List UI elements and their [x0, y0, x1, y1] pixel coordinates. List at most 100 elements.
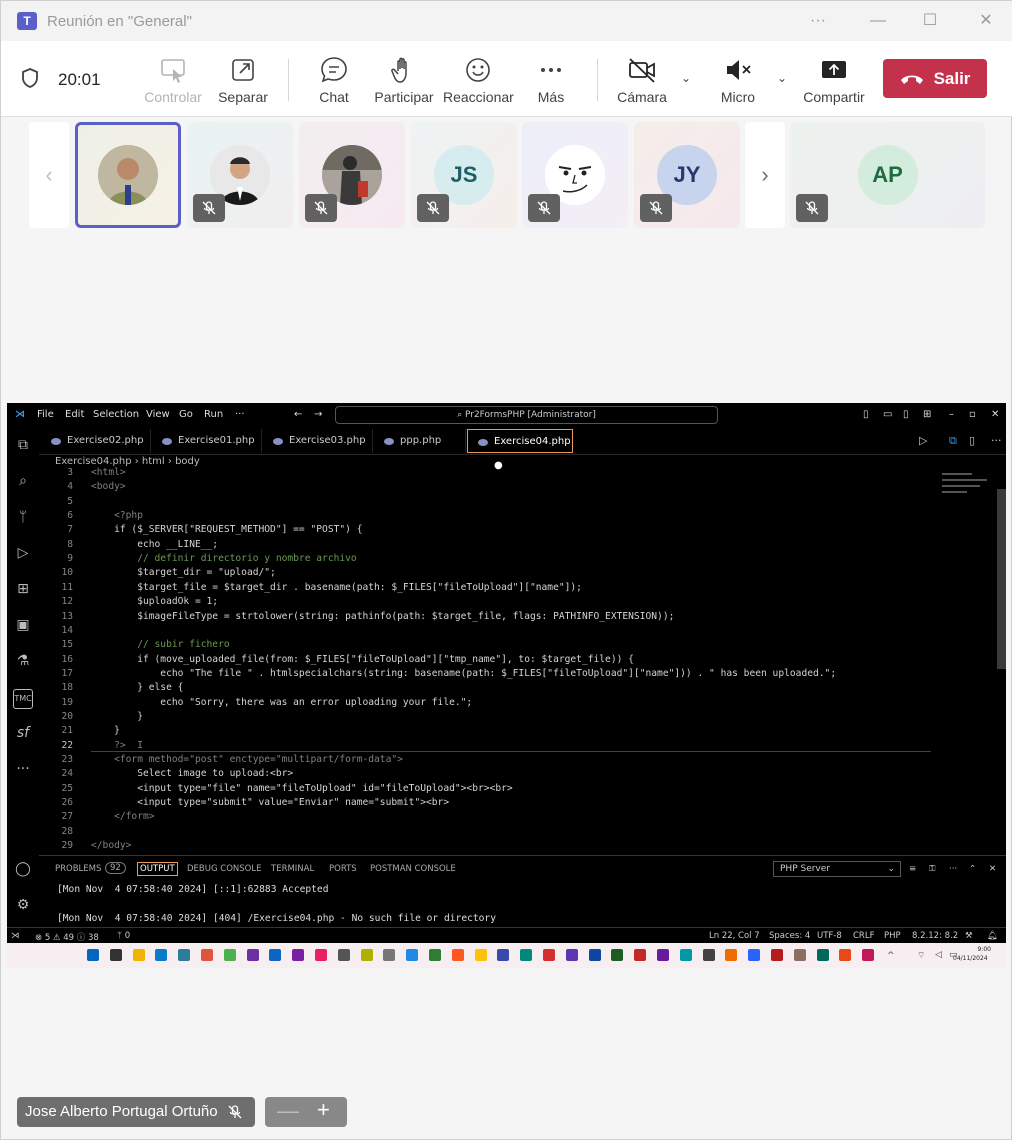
close-icon[interactable]: ✕: [975, 11, 997, 31]
participant-tile[interactable]: JS: [411, 122, 517, 228]
panel-more-icon[interactable]: ···: [949, 864, 957, 874]
run-debug-icon[interactable]: ▷: [13, 545, 33, 565]
panel-tab-problems[interactable]: PROBLEMS: [55, 864, 101, 874]
tab-exercise04[interactable]: Exercise04.php ●: [467, 429, 573, 471]
source-control-icon[interactable]: ᛘ: [13, 509, 33, 529]
participant-tile[interactable]: AP: [790, 122, 985, 228]
breadcrumb-file[interactable]: Exercise04.php: [55, 456, 132, 467]
account-icon[interactable]: ◯: [13, 861, 33, 881]
forward-arrow-icon[interactable]: →: [314, 409, 322, 420]
tray-chevron-icon[interactable]: ^: [887, 951, 895, 961]
close-panel-icon[interactable]: ✕: [989, 864, 996, 874]
terminal-taskbar-icon[interactable]: [679, 949, 692, 961]
pdf-taskbar-icon[interactable]: [862, 949, 875, 961]
run-icon[interactable]: ▷: [919, 434, 927, 447]
symfony-icon[interactable]: sf: [13, 725, 33, 745]
line-ending[interactable]: CRLF: [853, 931, 874, 941]
popout-button[interactable]: Separar: [215, 55, 271, 109]
vscode-close-icon[interactable]: ✕: [991, 409, 999, 420]
command-center-search[interactable]: ⌕ Pr2FormsPHP [Administrator]: [335, 406, 718, 424]
menu-run[interactable]: Run: [204, 409, 223, 420]
participant-tile[interactable]: [75, 122, 181, 228]
app-taskbar-icon[interactable]: [406, 949, 419, 961]
more-button[interactable]: Más: [533, 55, 569, 109]
menu-more[interactable]: ···: [235, 409, 245, 420]
chat-button[interactable]: Chat: [313, 55, 355, 109]
wrench-icon[interactable]: ⚒: [965, 931, 973, 941]
tab-exercise01[interactable]: Exercise01.php: [152, 429, 262, 453]
taskbar-time[interactable]: 9:00: [967, 946, 991, 953]
app-taskbar-icon[interactable]: [588, 949, 601, 961]
app-taskbar-icon[interactable]: [292, 949, 305, 961]
menu-selection[interactable]: Selection: [93, 409, 139, 420]
app-taskbar-icon[interactable]: [657, 949, 669, 961]
open-preview-icon[interactable]: ⧉: [949, 434, 957, 448]
word-taskbar-icon[interactable]: [520, 949, 533, 961]
tmc-icon[interactable]: TMC: [13, 689, 33, 709]
settings-gear-icon[interactable]: ⚙: [13, 897, 33, 917]
share-button[interactable]: Compartir: [801, 55, 867, 109]
vscode-minimize-icon[interactable]: –: [949, 409, 954, 420]
mic-options-chevron-icon[interactable]: ⌄: [777, 71, 787, 85]
app-taskbar-icon[interactable]: [725, 949, 738, 961]
remote-indicator-icon[interactable]: ⋊: [11, 931, 20, 941]
code-editor[interactable]: 3 <html> 4 <body> 5 6 <?php 7 if ($_SERVER["RE…: [39, 467, 999, 854]
more-views-icon[interactable]: ···: [13, 761, 33, 781]
app-taskbar-icon[interactable]: [246, 949, 259, 961]
back-arrow-icon[interactable]: ←: [294, 409, 302, 420]
filezilla-taskbar-icon[interactable]: [771, 949, 783, 961]
customize-layout-icon[interactable]: ⊞: [923, 409, 931, 420]
app-taskbar-icon[interactable]: [429, 949, 441, 961]
app-taskbar-icon[interactable]: [634, 949, 647, 961]
panel-tab-output[interactable]: OUTPUT: [137, 862, 178, 876]
sidebar-toggle-icon[interactable]: ▯: [903, 409, 909, 420]
mic-button[interactable]: Micro: [717, 55, 759, 109]
participant-tile[interactable]: JY: [634, 122, 740, 228]
menu-view[interactable]: View: [146, 409, 170, 420]
panel-tab-ports[interactable]: PORTS: [329, 864, 357, 874]
search-taskbar-icon[interactable]: [109, 949, 122, 961]
tab-exercise02[interactable]: Exercise02.php: [41, 429, 151, 453]
layout-icon[interactable]: ▯: [863, 409, 869, 420]
participants-next-button[interactable]: ›: [745, 122, 785, 228]
minimap[interactable]: [942, 469, 997, 509]
store-taskbar-icon[interactable]: [178, 949, 191, 961]
lock-icon[interactable]: ⚿: [929, 864, 935, 874]
app-taskbar-icon[interactable]: [383, 949, 396, 961]
ports-summary[interactable]: ᛘ 0: [117, 931, 130, 941]
app-taskbar-icon[interactable]: [223, 949, 236, 961]
participants-prev-button[interactable]: ‹: [29, 122, 69, 228]
zoom-out-button[interactable]: —: [277, 1098, 299, 1124]
vscode-restore-icon[interactable]: ▫: [969, 409, 976, 420]
more-options-icon[interactable]: ···: [807, 11, 829, 31]
notifications-icon[interactable]: 🔔︎: [987, 931, 998, 941]
edge-taskbar-icon[interactable]: [155, 949, 168, 961]
control-button[interactable]: Controlar: [141, 55, 205, 109]
app-taskbar-icon[interactable]: [793, 949, 806, 961]
app-taskbar-icon[interactable]: [360, 949, 373, 961]
problems-summary[interactable]: ⊗ 5 ⚠ 49 ⓘ 38: [35, 931, 99, 943]
breadcrumb-html[interactable]: html: [142, 456, 165, 467]
leave-button[interactable]: Salir: [883, 59, 987, 98]
breadcrumb-body[interactable]: body: [175, 456, 200, 467]
teams-taskbar-icon[interactable]: [611, 949, 624, 961]
participant-tile[interactable]: [299, 122, 405, 228]
panel-tab-postman-console[interactable]: POSTMAN CONSOLE: [370, 864, 456, 874]
app-taskbar-icon[interactable]: [497, 949, 510, 961]
explorer-icon[interactable]: ⧉: [13, 437, 33, 457]
php-version[interactable]: 8.2.12: 8.2: [912, 931, 958, 941]
panel-tab-terminal[interactable]: TERMINAL: [271, 864, 314, 874]
minimize-icon[interactable]: —: [867, 11, 889, 31]
filter-list-icon[interactable]: ≡: [909, 864, 916, 874]
volume-icon[interactable]: ◁: [935, 950, 942, 960]
language-mode[interactable]: PHP: [884, 931, 901, 941]
extensions-icon[interactable]: ⊞: [13, 581, 33, 601]
camera-button[interactable]: Cámara: [615, 55, 669, 109]
editor-more-icon[interactable]: ···: [991, 434, 1002, 447]
vscode-taskbar-icon[interactable]: [269, 949, 282, 961]
participant-tile[interactable]: [187, 122, 293, 228]
zoom-in-button[interactable]: +: [317, 1097, 330, 1123]
app-taskbar-icon[interactable]: [702, 949, 715, 961]
tab-ppp[interactable]: ppp.php: [374, 429, 466, 453]
tab-exercise03[interactable]: Exercise03.php: [263, 429, 373, 453]
